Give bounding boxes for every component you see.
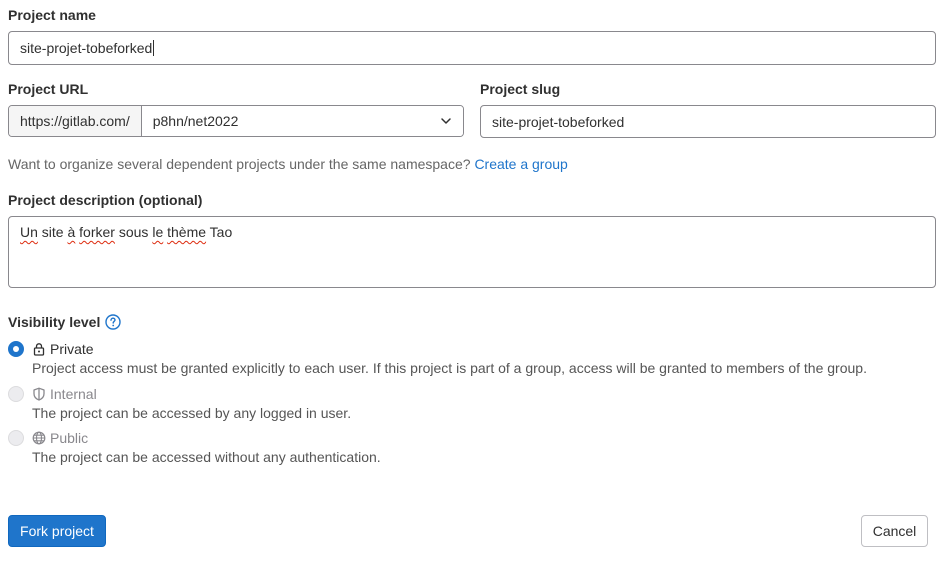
- visibility-label-text: Visibility level: [8, 314, 101, 330]
- project-name-value: site-projet-tobeforked: [20, 40, 153, 56]
- fork-project-button[interactable]: Fork project: [8, 515, 106, 547]
- project-name-label: Project name: [8, 7, 96, 23]
- private-description: Project access must be granted explicitl…: [32, 360, 867, 376]
- chevron-down-icon: [441, 118, 451, 124]
- public-description: The project can be accessed without any …: [32, 449, 381, 465]
- text-caret: [153, 40, 155, 56]
- private-label-text: Private: [50, 341, 94, 357]
- internal-label-text: Internal: [50, 386, 97, 402]
- internal-radio: [8, 386, 24, 402]
- namespace-hint-text: Want to organize several dependent proje…: [8, 156, 471, 172]
- visibility-option-private[interactable]: Private: [8, 339, 94, 359]
- public-radio: [8, 430, 24, 446]
- description-word: site: [37, 224, 68, 240]
- public-label-text: Public: [50, 430, 89, 446]
- create-group-link[interactable]: Create a group: [474, 156, 567, 172]
- description-word: thème: [167, 224, 207, 240]
- internal-label: Internal: [32, 386, 97, 402]
- shield-icon: [33, 387, 45, 401]
- private-radio[interactable]: [8, 341, 24, 357]
- cancel-button[interactable]: Cancel: [861, 515, 928, 547]
- public-label: Public: [32, 430, 88, 446]
- namespace-value: p8hn/net2022: [152, 113, 239, 129]
- project-url-group: https://gitlab.com/ p8hn/net2022: [8, 105, 464, 137]
- lock-icon: [33, 343, 45, 356]
- private-label: Private: [32, 341, 94, 357]
- project-url-label: Project URL: [8, 81, 89, 97]
- description-word: le: [152, 224, 164, 240]
- description-word: sous: [114, 224, 153, 240]
- project-url-prefix: https://gitlab.com/: [9, 106, 142, 136]
- description-word: forker: [79, 224, 115, 240]
- namespace-select[interactable]: p8hn/net2022: [141, 106, 463, 136]
- namespace-hint: Want to organize several dependent proje…: [8, 156, 568, 172]
- internal-description: The project can be accessed by any logge…: [32, 405, 352, 421]
- description-word: Tao: [206, 224, 233, 240]
- project-slug-input[interactable]: site-projet-tobeforked: [480, 105, 936, 138]
- project-slug-label: Project slug: [480, 81, 561, 97]
- question-circle-icon[interactable]: [105, 314, 122, 330]
- project-name-input[interactable]: site-projet-tobeforked: [8, 31, 936, 65]
- description-word: Un: [20, 224, 38, 240]
- earth-icon: [32, 431, 46, 445]
- description-label: Project description (optional): [8, 192, 203, 208]
- visibility-label: Visibility level: [8, 314, 122, 330]
- visibility-option-internal: Internal: [8, 384, 97, 404]
- description-textarea[interactable]: Un site à forker sous le thème Tao: [8, 216, 936, 288]
- visibility-option-public: Public: [8, 428, 88, 448]
- project-slug-value: site-projet-tobeforked: [492, 113, 625, 130]
